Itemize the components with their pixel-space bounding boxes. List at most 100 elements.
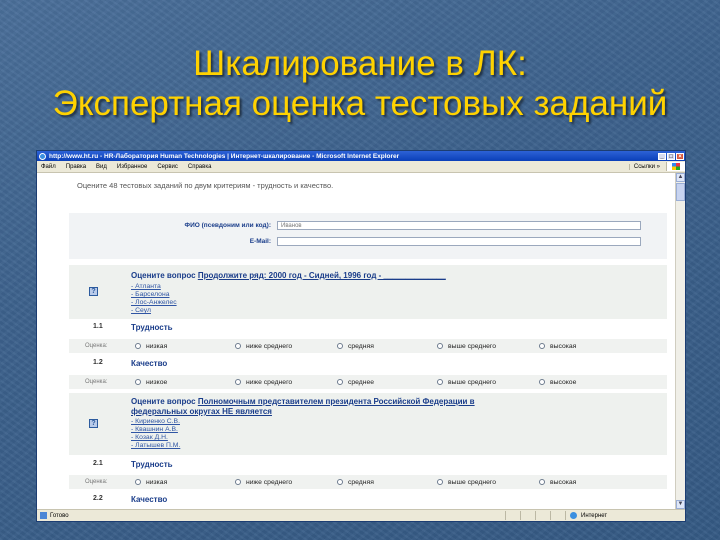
radio-label: выше среднего bbox=[448, 342, 497, 350]
criterion-1-2: 1.2 Качество bbox=[69, 359, 667, 373]
radio-option[interactable]: ниже среднего bbox=[235, 479, 292, 486]
maximize-button[interactable]: □ bbox=[667, 152, 675, 160]
question-1-option-1[interactable]: - Атланта bbox=[131, 283, 161, 291]
page-content: Оцените 48 тестовых заданий по двум крит… bbox=[67, 173, 673, 509]
slide-title-line1: Шкалирование в ЛК: bbox=[193, 44, 527, 83]
radio-icon[interactable] bbox=[135, 379, 141, 385]
window-title: http://www.ht.ru - HR-Лаборатория Human … bbox=[49, 152, 400, 160]
radio-icon[interactable] bbox=[235, 379, 241, 385]
radio-icon[interactable] bbox=[437, 343, 443, 349]
menu-help[interactable]: Справка bbox=[188, 164, 212, 170]
radio-option[interactable]: ниже среднего bbox=[235, 379, 292, 386]
radio-option[interactable]: ниже среднего bbox=[235, 343, 292, 350]
radio-icon[interactable] bbox=[337, 479, 343, 485]
menu-favorites[interactable]: Избранное bbox=[117, 164, 147, 170]
question-2-text-line1[interactable]: Полномочным представителем президента Ро… bbox=[198, 397, 475, 406]
scroll-down-icon[interactable]: ▼ bbox=[676, 500, 685, 509]
radio-icon[interactable] bbox=[135, 479, 141, 485]
radio-option[interactable]: высокая bbox=[539, 343, 576, 350]
email-row: E-Mail: bbox=[69, 235, 641, 247]
scroll-thumb[interactable] bbox=[676, 183, 685, 201]
radio-option[interactable]: низкая bbox=[135, 343, 167, 350]
radio-option[interactable]: средняя bbox=[337, 479, 374, 486]
identity-form: ФИО (псевдоним или код): Иванов E-Mail: bbox=[69, 213, 667, 259]
status-pane bbox=[505, 511, 520, 520]
vertical-scrollbar[interactable]: ▲ ▼ bbox=[675, 173, 685, 509]
radio-option[interactable]: высокая bbox=[539, 479, 576, 486]
question-2-option-1[interactable]: - Кириенко С.В. bbox=[131, 418, 180, 426]
radio-icon[interactable] bbox=[337, 379, 343, 385]
menu-view[interactable]: Вид bbox=[96, 164, 107, 170]
page-viewport: Оцените 48 тестовых заданий по двум крит… bbox=[37, 173, 685, 509]
question-2-title: Оцените вопрос Полномочным представителе… bbox=[131, 397, 475, 407]
question-1-text[interactable]: Продолжите ряд: 2000 год - Сидней, 1996 … bbox=[198, 271, 446, 280]
email-label: E-Mail: bbox=[249, 237, 271, 245]
menu-edit[interactable]: Правка bbox=[66, 164, 86, 170]
scale-row-1-1: Оценка: низкая ниже среднего средняя выш… bbox=[69, 339, 667, 353]
question-2-text-line2[interactable]: федеральных округах НЕ является bbox=[131, 407, 272, 416]
minimize-button[interactable]: _ bbox=[658, 152, 666, 160]
radio-icon[interactable] bbox=[235, 479, 241, 485]
status-panes bbox=[505, 511, 565, 520]
question-1-option-3[interactable]: - Лос-Анжелес bbox=[131, 299, 177, 307]
scale-label: Оценка: bbox=[85, 343, 108, 349]
radio-option[interactable]: выше среднего bbox=[437, 343, 496, 350]
status-pane bbox=[550, 511, 565, 520]
email-input[interactable] bbox=[277, 236, 641, 246]
menu-bar: Файл Правка Вид Избранное Сервис Справка… bbox=[37, 161, 685, 173]
close-button[interactable]: × bbox=[676, 152, 684, 160]
radio-icon[interactable] bbox=[539, 343, 545, 349]
radio-label: средняя bbox=[348, 478, 374, 486]
slide-title: Шкалирование в ЛК: Экспертная оценка тес… bbox=[0, 44, 720, 124]
zone-text: Интернет bbox=[581, 512, 608, 519]
windows-logo-icon bbox=[666, 162, 685, 171]
menu-file[interactable]: Файл bbox=[41, 164, 56, 170]
question-1-option-4[interactable]: - Сеул bbox=[131, 307, 151, 315]
radio-label: высокое bbox=[550, 378, 577, 386]
radio-icon[interactable] bbox=[437, 479, 443, 485]
question-1-option-2[interactable]: - Барселона bbox=[131, 291, 169, 299]
menu-tools[interactable]: Сервис bbox=[157, 164, 178, 170]
radio-icon[interactable] bbox=[235, 343, 241, 349]
fio-label: ФИО (псевдоним или код): bbox=[184, 221, 271, 229]
radio-icon[interactable] bbox=[539, 479, 545, 485]
radio-icon[interactable] bbox=[539, 379, 545, 385]
criterion-1-1: 1.1 Трудность bbox=[69, 323, 667, 337]
criterion-name: Качество bbox=[131, 495, 168, 504]
criterion-name: Качество bbox=[131, 359, 168, 368]
criterion-2-2: 2.2 Качество bbox=[69, 495, 667, 509]
radio-option[interactable]: выше среднего bbox=[437, 479, 496, 486]
question-2-option-4[interactable]: - Латышев П.М. bbox=[131, 442, 180, 450]
question-2-option-2[interactable]: - Квашнин А.В. bbox=[131, 426, 178, 434]
radio-option[interactable]: высокое bbox=[539, 379, 576, 386]
radio-label: среднее bbox=[348, 378, 375, 386]
radio-option[interactable]: низкое bbox=[135, 379, 167, 386]
question-prefix: Оцените вопрос bbox=[131, 271, 196, 280]
status-bar: Готово Интернет bbox=[37, 509, 685, 521]
links-button[interactable]: Ссылки » bbox=[628, 163, 664, 170]
radio-label: ниже среднего bbox=[246, 478, 293, 486]
question-2-option-3[interactable]: - Козак Д.Н. bbox=[131, 434, 168, 442]
radio-option[interactable]: выше среднего bbox=[437, 379, 496, 386]
question-2-title-cont: федеральных округах НЕ является bbox=[131, 407, 272, 417]
radio-label: выше среднего bbox=[448, 478, 497, 486]
scroll-up-icon[interactable]: ▲ bbox=[676, 173, 685, 182]
question-1-header: ? Оцените вопрос Продолжите ряд: 2000 го… bbox=[69, 265, 667, 319]
radio-option[interactable]: среднее bbox=[337, 379, 374, 386]
fio-input[interactable]: Иванов bbox=[277, 220, 641, 230]
globe-icon bbox=[570, 512, 577, 519]
status-pane bbox=[520, 511, 535, 520]
scale-label: Оценка: bbox=[85, 479, 108, 485]
radio-icon[interactable] bbox=[437, 379, 443, 385]
question-2-header: ? Оцените вопрос Полномочным представите… bbox=[69, 393, 667, 455]
question-1-title: Оцените вопрос Продолжите ряд: 2000 год … bbox=[131, 271, 446, 281]
radio-option[interactable]: средняя bbox=[337, 343, 374, 350]
criterion-2-1: 2.1 Трудность bbox=[69, 460, 667, 474]
radio-icon[interactable] bbox=[135, 343, 141, 349]
radio-icon[interactable] bbox=[337, 343, 343, 349]
status-pane bbox=[535, 511, 550, 520]
criterion-name: Трудность bbox=[131, 460, 173, 469]
browser-titlebar: http://www.ht.ru - HR-Лаборатория Human … bbox=[37, 151, 685, 161]
radio-option[interactable]: низкая bbox=[135, 479, 167, 486]
radio-label: высокая bbox=[550, 478, 577, 486]
